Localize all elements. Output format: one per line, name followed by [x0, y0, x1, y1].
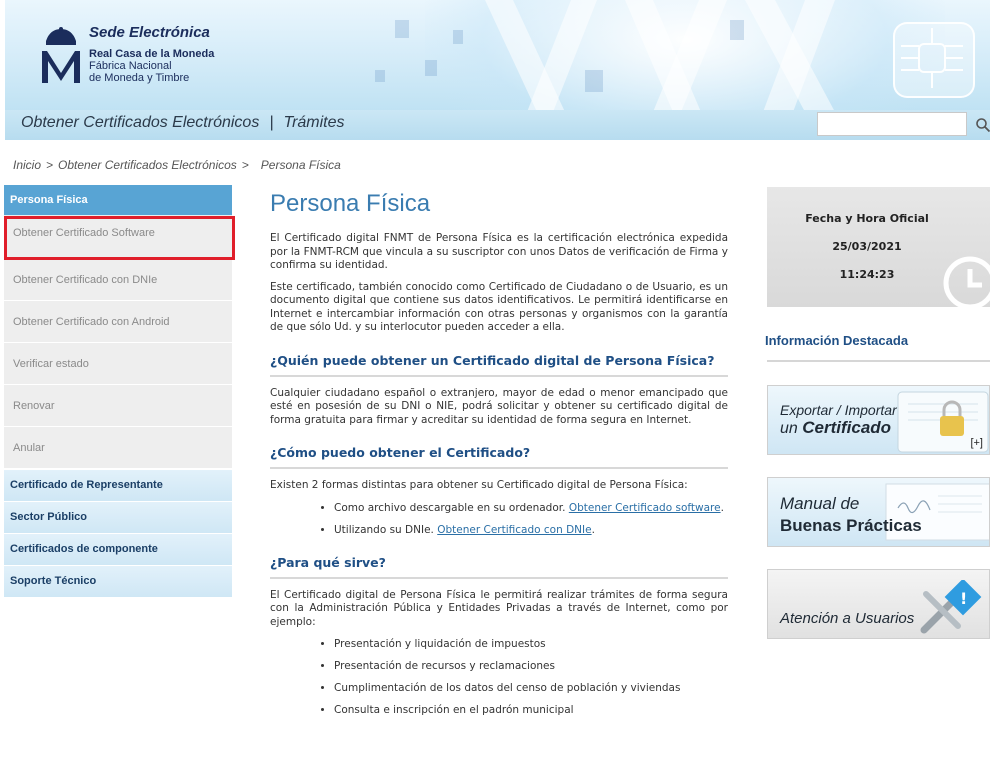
section-heading-para-que: ¿Para qué sirve?	[270, 555, 728, 579]
section-heading-quien: ¿Quién puede obtener un Certificado digi…	[270, 353, 728, 377]
sidebar: Persona Física Obtener Certificado Softw…	[4, 185, 232, 597]
support-tools-icon: !	[920, 580, 982, 634]
document-signature-icon	[885, 483, 989, 541]
sidebar-item-anular[interactable]: Anular	[4, 427, 232, 469]
promo2-line1: Manual de	[780, 494, 860, 513]
svg-text:!: !	[960, 589, 967, 608]
official-date: 25/03/2021	[832, 240, 902, 253]
header-decoration	[375, 0, 835, 112]
promo3-line1: Atención a Usuarios	[780, 610, 915, 627]
sidebar-item-obtener-software[interactable]: Obtener Certificado Software	[4, 215, 232, 259]
promo1-bold: Certificado	[802, 418, 892, 437]
breadcrumb-separator: >	[46, 158, 54, 172]
list-item: Presentación de recursos y reclamaciones	[334, 659, 728, 673]
main-content: Persona Física El Certificado digital FN…	[270, 190, 728, 725]
promo1-expand[interactable]: [+]	[970, 437, 983, 449]
sidebar-category-componente[interactable]: Certificados de componente	[4, 533, 232, 565]
nav-separator: |	[269, 114, 274, 131]
sidebar-heading-persona-fisica[interactable]: Persona Física	[4, 185, 232, 215]
clock-icon	[943, 256, 990, 310]
para-que-paragraph: El Certificado digital de Persona Física…	[270, 588, 728, 628]
site-title: Sede Electrónica	[89, 24, 210, 41]
org-name-line1: Real Casa de la Moneda	[89, 48, 215, 60]
link-obtener-dnie[interactable]: Obtener Certificado con DNIe	[437, 524, 591, 536]
link-obtener-software[interactable]: Obtener Certificado software	[569, 502, 721, 514]
intro-paragraph-2: Este certificado, también conocido como …	[270, 280, 728, 334]
featured-info-heading: Información Destacada	[765, 333, 909, 348]
promo1-line1: Exportar / Importar	[780, 402, 897, 418]
ways-list: Como archivo descargable en su ordenador…	[270, 501, 728, 537]
promo-manual-buenas-practicas[interactable]: Manual de Buenas Prácticas	[767, 477, 990, 547]
promo-exportar-importar[interactable]: Exportar / Importar un Certificado [+]	[767, 385, 990, 455]
search-icon[interactable]	[975, 117, 990, 133]
sidebar-item-obtener-android[interactable]: Obtener Certificado con Android	[4, 301, 232, 343]
org-name-line2: Fábrica Nacional	[89, 60, 172, 72]
list-item: Cumplimentación de los datos del censo d…	[334, 681, 728, 695]
sidebar-category-sector-publico[interactable]: Sector Público	[4, 501, 232, 533]
sidebar-category-soporte-tecnico[interactable]: Soporte Técnico	[4, 565, 232, 597]
list-item: Presentación y liquidación de impuestos	[334, 637, 728, 651]
org-name-line3: de Moneda y Timbre	[89, 72, 190, 84]
nav-link-obtener-certificados[interactable]: Obtener Certificados Electrónicos	[21, 114, 259, 131]
list-item: Como archivo descargable en su ordenador…	[334, 501, 728, 515]
breadcrumb-current: Persona Física	[260, 158, 341, 172]
page-title: Persona Física	[270, 190, 431, 217]
smartcard-chip-icon	[893, 22, 975, 98]
featured-info-divider	[767, 360, 990, 362]
breadcrumb: Inicio > Obtener Certificados Electrónicos…	[13, 158, 341, 172]
section-heading-como: ¿Cómo puedo obtener el Certificado?	[270, 445, 728, 469]
official-time-title: Fecha y Hora Oficial	[805, 212, 929, 225]
fnmt-logo	[42, 27, 80, 83]
quien-paragraph: Cualquier ciudadano español o extranjero…	[270, 386, 728, 426]
como-paragraph: Existen 2 formas distintas para obtener …	[270, 479, 688, 491]
sidebar-item-verificar-estado[interactable]: Verificar estado	[4, 343, 232, 385]
sidebar-item-obtener-dnie[interactable]: Obtener Certificado con DNIe	[4, 259, 232, 301]
sidebar-category-representante[interactable]: Certificado de Representante	[4, 469, 232, 501]
nav-link-tramites[interactable]: Trámites	[283, 114, 344, 131]
list-item: Consulta e inscripción en el padrón muni…	[334, 703, 728, 717]
promo-atencion-usuarios[interactable]: ! Atención a Usuarios	[767, 569, 990, 639]
breadcrumb-obtener-certificados[interactable]: Obtener Certificados Electrónicos	[58, 158, 237, 172]
intro-paragraph-1: El Certificado digital FNMT de Persona F…	[270, 232, 728, 271]
promo1-prefix: un	[780, 420, 798, 437]
official-time: 11:24:23	[839, 268, 895, 281]
uses-list: Presentación y liquidación de impuestos …	[270, 637, 728, 717]
list-item: Utilizando su DNIe. Obtener Certificado …	[334, 523, 728, 537]
promo2-bold: Buenas Prácticas	[780, 516, 922, 535]
breadcrumb-separator: >	[241, 158, 249, 172]
breadcrumb-home[interactable]: Inicio	[13, 158, 41, 172]
search-input[interactable]	[817, 112, 967, 136]
sidebar-item-renovar[interactable]: Renovar	[4, 385, 232, 427]
main-navbar: Obtener Certificados Electrónicos | Trámit…	[5, 110, 990, 140]
